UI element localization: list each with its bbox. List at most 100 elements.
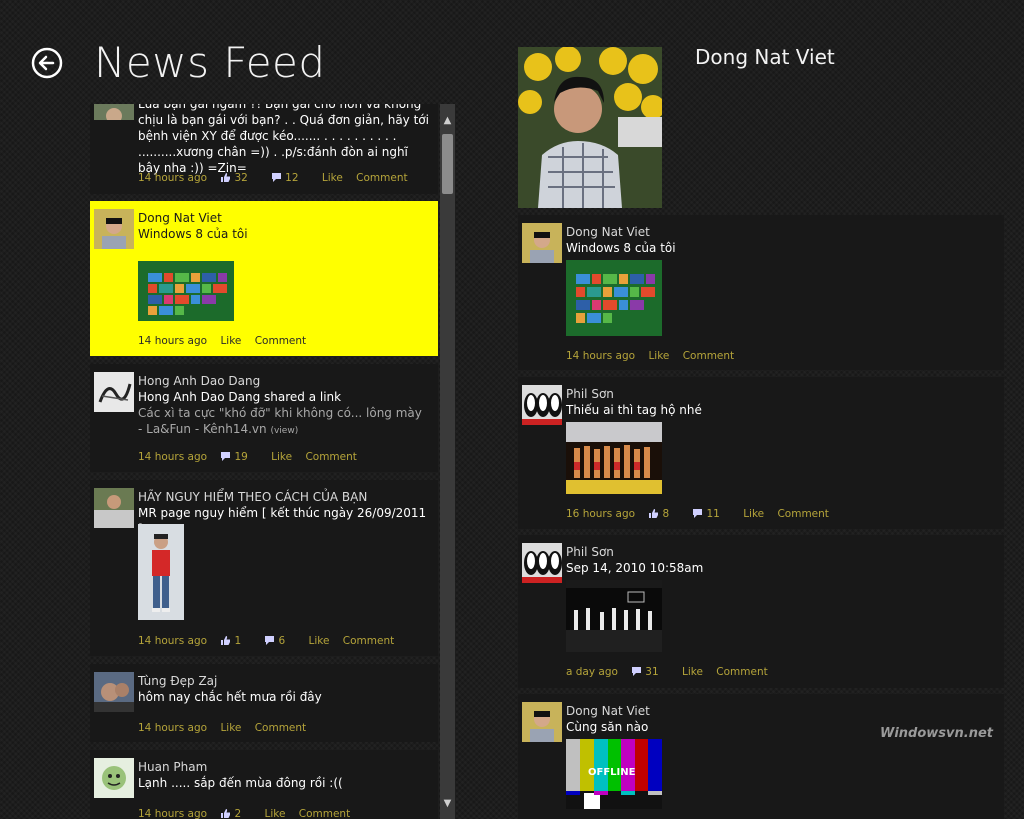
post-author[interactable]: Phil Sơn (566, 386, 996, 402)
watermark: Windowsvn.net (880, 726, 993, 741)
feed-post[interactable]: Huan Pham Lạnh ..... sắp đến mùa đông rồ… (90, 750, 438, 819)
post-time: a day ago (566, 666, 618, 678)
like-button[interactable]: Like (271, 451, 292, 463)
back-button[interactable] (31, 47, 63, 79)
post-author[interactable]: Dong Nat Viet (138, 210, 430, 226)
comment-count: 6 (264, 635, 295, 647)
post-meta: 16 hours ago 8 11 Like Comment (566, 508, 839, 520)
post-message: hôm nay chắc hết mưa rồi đây (138, 690, 322, 704)
avatar (94, 488, 134, 528)
feed-post-selected[interactable]: Dong Nat Viet Windows 8 của tôi 14 hours… (90, 201, 438, 356)
post-author[interactable]: Tùng Đẹp Zaj (138, 673, 430, 689)
post-author[interactable]: Huan Pham (138, 759, 430, 775)
comment-button[interactable]: Comment (305, 451, 356, 463)
post-image[interactable]: OFFLINE (566, 739, 662, 809)
profile-name: Dong Nat Viet (695, 45, 835, 69)
like-button[interactable]: Like (682, 666, 703, 678)
comment-button[interactable]: Comment (255, 722, 306, 734)
comment-button[interactable]: Comment (343, 635, 394, 647)
view-link[interactable]: (view) (270, 426, 298, 436)
thumbs-up-icon (221, 809, 231, 818)
post-meta: a day ago 31 Like Comment (566, 666, 778, 678)
wall-post[interactable]: Dong Nat Viet Cùng săn nào OFFLINE (518, 694, 1004, 819)
post-meta: 14 hours ago 32 12 Like Comment (138, 172, 418, 184)
post-image[interactable] (566, 422, 662, 494)
scroll-down-icon[interactable]: ▼ (440, 797, 455, 811)
comment-count: 31 (631, 666, 668, 678)
like-button[interactable]: Like (322, 172, 343, 184)
post-time: 14 hours ago (138, 808, 208, 819)
avatar (94, 672, 134, 712)
post-meta: 14 hours ago 19 Like Comment (138, 451, 367, 463)
comment-button[interactable]: Comment (716, 666, 767, 678)
comment-count: 11 (692, 508, 729, 520)
wall-post[interactable]: Phil Sơn Thiếu ai thì tag hộ nhé 16 hour… (518, 377, 1004, 529)
comment-bubble-icon (272, 173, 282, 182)
comment-bubble-icon (632, 667, 642, 676)
like-count: 32 (220, 172, 257, 184)
scroll-up-icon[interactable]: ▲ (440, 114, 455, 128)
post-message: Thiếu ai thì tag hộ nhé (566, 403, 702, 417)
post-meta: 14 hours ago Like Comment (138, 335, 316, 347)
like-button[interactable]: Like (220, 335, 241, 347)
comment-button[interactable]: Comment (683, 350, 734, 362)
feed-post[interactable]: HÃY NGUY HIỂM THEO CÁCH CỦA BẠN MR page … (90, 480, 438, 656)
like-button[interactable]: Like (648, 350, 669, 362)
page-title: News Feed (94, 38, 326, 87)
profile-photo[interactable] (518, 47, 662, 208)
comment-button[interactable]: Comment (255, 335, 306, 347)
post-time: 14 hours ago (566, 350, 636, 362)
offline-text: OFFLINE (588, 767, 636, 778)
thumbs-up-icon (221, 636, 231, 645)
comment-bubble-icon (265, 636, 275, 645)
post-message: Lạnh ..... sắp đến mùa đông rồi :(( (138, 776, 343, 790)
scroll-thumb[interactable] (442, 134, 453, 194)
like-button[interactable]: Like (309, 635, 330, 647)
avatar (522, 702, 562, 742)
comment-button[interactable]: Comment (299, 808, 350, 819)
post-time: 14 hours ago (138, 722, 208, 734)
post-message: Windows 8 của tôi (566, 241, 676, 255)
post-author[interactable]: Hong Anh Dao Dang (138, 373, 430, 389)
avatar (522, 385, 562, 425)
comment-bubble-icon (221, 452, 231, 461)
post-video[interactable] (566, 580, 662, 652)
comment-button[interactable]: Comment (356, 172, 407, 184)
post-image[interactable] (138, 524, 184, 620)
post-author[interactable]: Dong Nat Viet (566, 224, 996, 240)
thumbs-up-icon (649, 509, 659, 518)
post-message: Lừa bạn gái ngắm ?! Bạn gái cho hôn và k… (138, 104, 429, 175)
news-feed-list[interactable]: Lừa bạn gái ngắm ?! Bạn gái cho hôn và k… (90, 104, 438, 819)
avatar (522, 543, 562, 583)
post-meta: 14 hours ago Like Comment (138, 722, 316, 734)
feed-scrollbar[interactable]: ▲ ▼ (440, 104, 455, 819)
feed-post[interactable]: Hong Anh Dao Dang Hong Anh Dao Dang shar… (90, 364, 438, 472)
thumbs-up-icon (221, 173, 231, 182)
post-time: 14 hours ago (138, 451, 208, 463)
wall-post[interactable]: Dong Nat Viet Windows 8 của tôi 14 hours… (518, 215, 1004, 370)
shared-link-text[interactable]: Các xì ta cực "khó đỡ" khi không có... l… (138, 405, 430, 439)
like-count: 8 (648, 508, 679, 520)
post-image[interactable] (566, 260, 662, 336)
like-button[interactable]: Like (743, 508, 764, 520)
comment-button[interactable]: Comment (777, 508, 828, 520)
post-image[interactable] (138, 261, 234, 321)
like-count: 1 (220, 635, 251, 647)
post-author[interactable]: Phil Sơn (566, 544, 996, 560)
feed-post[interactable]: Tùng Đẹp Zaj hôm nay chắc hết mưa rồi đâ… (90, 664, 438, 742)
avatar (94, 104, 134, 120)
wall-post[interactable]: Phil Sơn Sep 14, 2010 10:58am a day ago … (518, 535, 1004, 688)
comment-count: 12 (271, 172, 308, 184)
like-count: 2 (220, 808, 251, 819)
post-meta: 14 hours ago Like Comment (566, 350, 744, 362)
like-button[interactable]: Like (264, 808, 285, 819)
feed-post[interactable]: Lừa bạn gái ngắm ?! Bạn gái cho hôn và k… (90, 104, 438, 194)
like-button[interactable]: Like (220, 722, 241, 734)
post-message: Windows 8 của tôi (138, 227, 248, 241)
avatar (522, 223, 562, 263)
avatar (94, 758, 134, 798)
post-meta: 14 hours ago 1 6 Like Comment (138, 635, 404, 647)
avatar (94, 372, 134, 412)
post-author[interactable]: Dong Nat Viet (566, 703, 996, 719)
post-author[interactable]: HÃY NGUY HIỂM THEO CÁCH CỦA BẠN (138, 489, 430, 505)
